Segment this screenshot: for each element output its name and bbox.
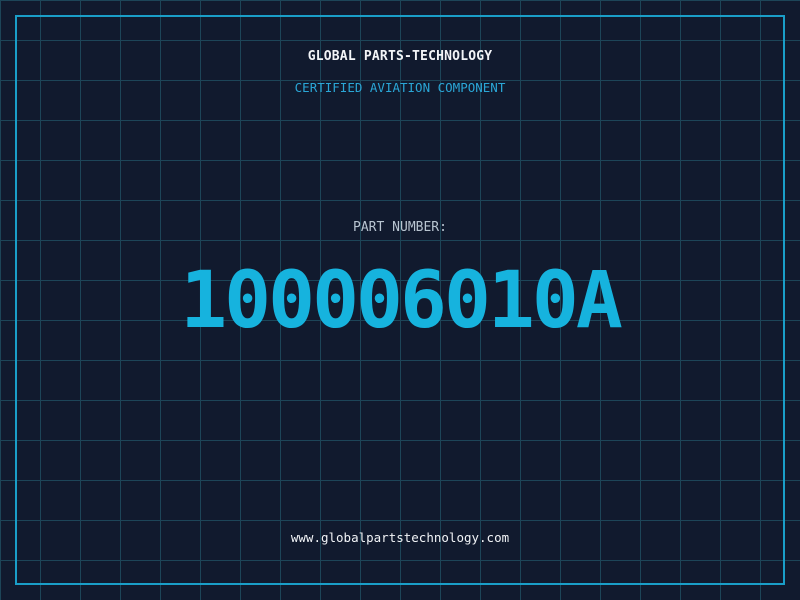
part-number-value: 100006010A <box>180 256 623 346</box>
certification-subtitle: CERTIFIED AVIATION COMPONENT <box>294 80 506 95</box>
part-label-card: GLOBAL PARTS-TECHNOLOGY CERTIFIED AVIATI… <box>0 0 800 600</box>
website-url: www.globalpartstechnology.com <box>290 530 510 545</box>
part-number-label: PART NUMBER: <box>353 220 447 235</box>
company-name: GLOBAL PARTS-TECHNOLOGY <box>307 49 493 64</box>
